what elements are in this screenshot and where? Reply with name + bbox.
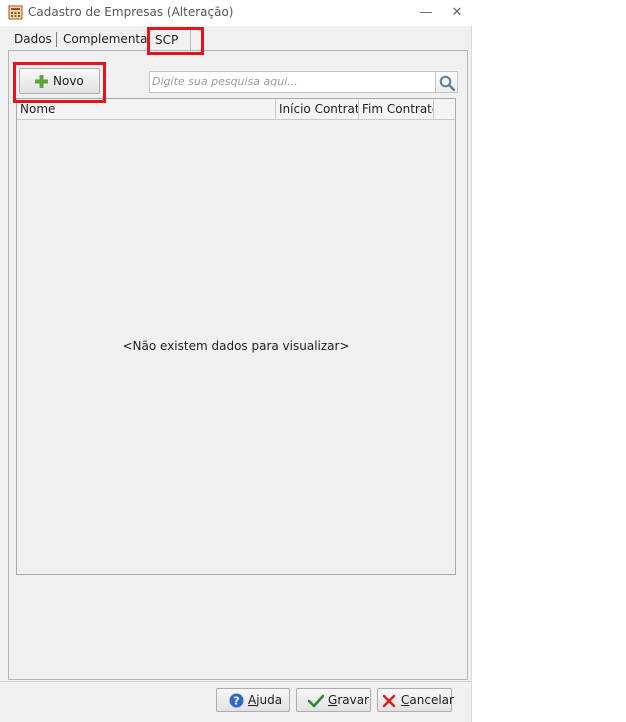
close-button[interactable]: ✕ [446,5,468,21]
tab-dados[interactable]: Dados [8,28,58,50]
dialog-window: Cadastro de Empresas (Alteração) — ✕ Dad… [0,0,472,722]
column-header-inicio-contrato[interactable]: Início Contrato [276,99,359,119]
empty-grid-message: <Não existem dados para visualizar> [122,339,350,353]
help-button[interactable]: ? Ajuda [216,688,290,712]
cancel-button-label: Cancelar [401,693,454,707]
search-icon [439,75,455,91]
save-button[interactable]: Gravar [296,688,371,712]
minimize-button[interactable]: — [415,5,437,21]
cancel-label-rest: ancelar [409,693,454,707]
help-access-key: A [248,693,257,707]
save-label-rest: ravar [337,693,369,707]
help-icon: ? [229,693,244,708]
help-label-rest: juda [256,693,283,707]
svg-text:?: ? [233,695,239,708]
help-button-label: Ajuda [248,693,282,707]
tab-scp[interactable]: SCP [148,28,192,52]
grid-header: Nome Início Contrato Fim Contrato [17,99,455,120]
cancel-button[interactable]: Cancelar [377,688,454,712]
title-bar: Cadastro de Empresas (Alteração) — ✕ [0,0,472,26]
save-button-label: Gravar [328,693,369,707]
new-button[interactable]: Novo [19,68,100,94]
column-header-nome[interactable]: Nome [17,99,276,119]
search-input[interactable]: Digite sua pesquisa aqui... [149,71,436,93]
column-header-fim-contrato[interactable]: Fim Contrato [359,99,434,119]
cancel-icon [382,694,396,708]
save-access-key: G [328,693,338,707]
app-icon [8,5,23,20]
check-icon [308,694,324,708]
plus-icon [35,75,48,88]
footer-divider [0,681,471,682]
search-placeholder: Digite sua pesquisa aqui... [152,75,298,88]
window-title: Cadastro de Empresas (Alteração) [28,5,234,19]
scp-grid[interactable]: Nome Início Contrato Fim Contrato <Não e… [16,98,456,575]
tab-complementar[interactable]: Complementar [57,28,158,50]
new-button-label: Novo [53,74,84,88]
search-button[interactable] [436,71,458,93]
